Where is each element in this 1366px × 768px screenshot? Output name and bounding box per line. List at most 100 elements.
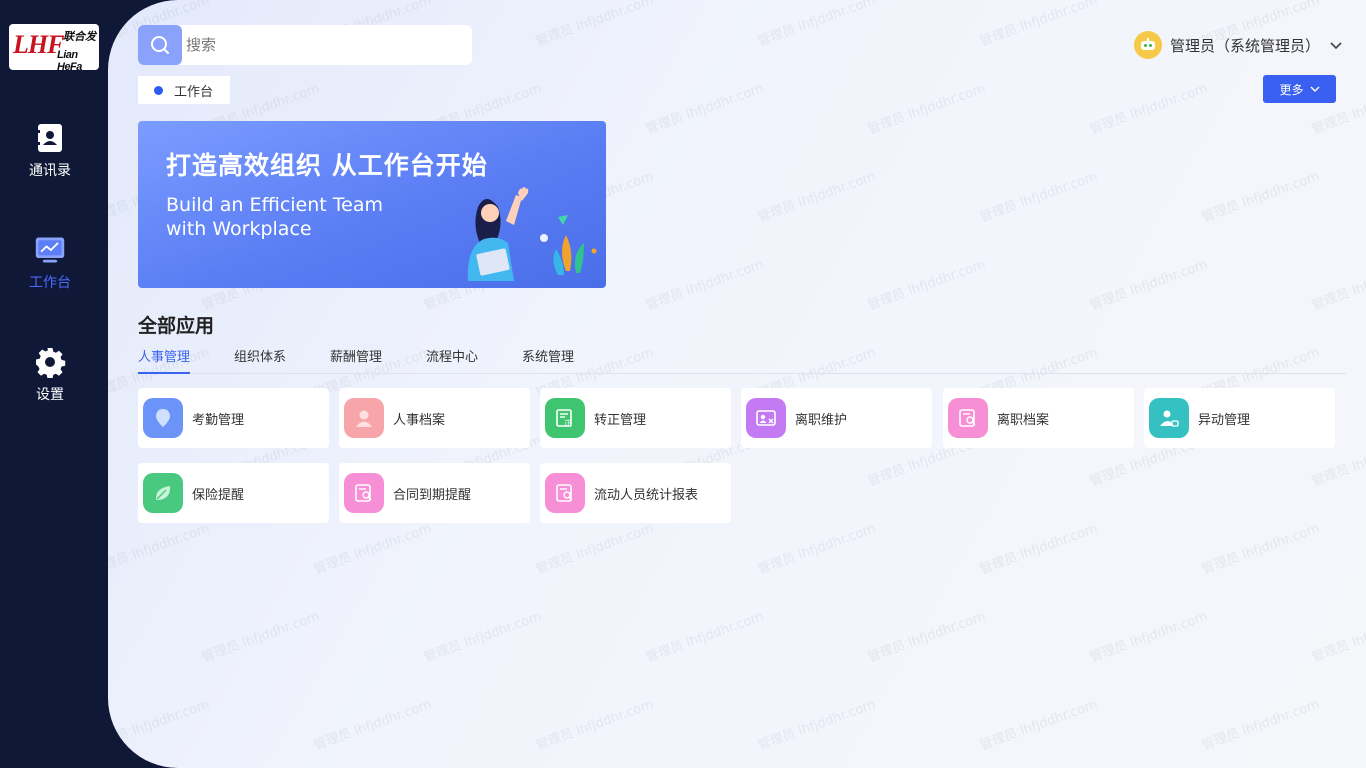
watermark-text: 管理员 lhfjddhr.com	[865, 609, 988, 666]
watermark-text: 管理员 lhfjddhr.com	[977, 521, 1100, 578]
logo-chinese-name: 联合发	[63, 30, 96, 43]
app-card-attendance[interactable]: 考勤管理	[138, 388, 329, 448]
banner-title: 打造高效组织 从工作台开始	[166, 151, 488, 180]
watermark-text: 管理员 lhfjddhr.com	[1087, 609, 1210, 666]
app-card-floating-staff-report[interactable]: 流动人员统计报表	[540, 463, 731, 523]
watermark-text: 管理员 lhfjddhr.com	[199, 609, 322, 666]
watermark-text: 管理员 lhfjddhr.com	[643, 81, 766, 138]
search-bar	[138, 25, 472, 65]
watermark-text: 管理员 lhfjddhr.com	[311, 697, 434, 754]
watermark-text: 管理员 lhfjddhr.com	[865, 257, 988, 314]
more-button[interactable]: 更多	[1263, 75, 1336, 103]
logo-mark: LHF	[13, 30, 64, 59]
logo-english-name: Lian HeFa	[57, 49, 82, 70]
app-label: 合同到期提醒	[393, 487, 472, 503]
sidebar-item-label: 工作台	[29, 275, 71, 291]
app-icon-bg	[143, 398, 183, 438]
watermark-text: 管理员 lhfjddhr.com	[533, 0, 656, 50]
app-label: 离职维护	[795, 412, 848, 428]
app-card-transfer-management[interactable]: 异动管理	[1144, 388, 1335, 448]
app-card-personnel-files[interactable]: 人事档案	[339, 388, 530, 448]
document-search-icon	[355, 484, 372, 502]
search-input[interactable]	[186, 25, 466, 65]
watermark-text: 管理员 lhfjddhr.com	[533, 697, 656, 754]
user-name: 管理员（系统管理员）	[1169, 36, 1320, 55]
all-apps-title: 全部应用	[138, 315, 215, 337]
app-icon-bg	[948, 398, 988, 438]
user-menu[interactable]: 管理员（系统管理员）	[1133, 30, 1344, 60]
app-icon-bg	[344, 473, 384, 513]
sidebar-item-workbench[interactable]: 工作台	[0, 234, 100, 292]
app-label: 异动管理	[1198, 412, 1251, 428]
avatar	[1133, 31, 1162, 59]
app-icon-bg	[545, 473, 585, 513]
watermark-text: 管理员 lhfjddhr.com	[1309, 609, 1366, 666]
active-dot	[154, 85, 163, 95]
person-icon	[356, 410, 372, 427]
app-label: 离职档案	[997, 412, 1050, 428]
certificate-icon: 正	[556, 409, 572, 428]
company-logo[interactable]: LHF 联合发 Lian HeFa	[9, 24, 99, 70]
app-category-tabs: 人事管理 组织体系 薪酬管理 流程中心 系统管理	[138, 344, 1346, 374]
tab-workflow-center[interactable]: 流程中心	[426, 346, 478, 374]
app-card-contract-expiry-reminder[interactable]: 合同到期提醒	[339, 463, 530, 523]
location-pin-icon	[156, 409, 170, 427]
app-label: 流动人员统计报表	[594, 487, 699, 503]
sidebar-item-settings[interactable]: 设置	[0, 346, 100, 404]
watermark-text: 管理员 lhfjddhr.com	[1199, 169, 1322, 226]
sidebar-item-contacts[interactable]: 通讯录	[0, 122, 100, 180]
app-icon-bg	[746, 398, 786, 438]
tab-tag-workbench[interactable]: 工作台	[138, 76, 230, 104]
banner-illustration	[467, 187, 597, 281]
watermark-text: 管理员 lhfjddhr.com	[755, 697, 878, 754]
app-card-insurance-reminder[interactable]: 保险提醒	[138, 463, 329, 523]
search-button[interactable]	[138, 25, 182, 65]
svg-text:正: 正	[564, 419, 572, 428]
watermark-text: 管理员 lhfjddhr.com	[977, 169, 1100, 226]
watermark-text: 管理员 lhfjddhr.com	[1199, 521, 1322, 578]
chevron-down-icon	[1310, 86, 1319, 92]
watermark-text: 管理员 lhfjddhr.com	[755, 0, 878, 50]
search-icon	[151, 36, 169, 54]
watermark-text: 管理员 lhfjddhr.com	[533, 521, 656, 578]
app-card-resignation-maintenance[interactable]: 离职维护	[741, 388, 932, 448]
sidebar-item-label: 设置	[36, 387, 64, 403]
chevron-down-icon	[1330, 42, 1342, 50]
tab-org-structure[interactable]: 组织体系	[234, 346, 286, 374]
sidebar-item-label: 通讯录	[29, 163, 71, 179]
app-label: 人事档案	[393, 412, 446, 428]
watermark-text: 管理员 lhfjddhr.com	[865, 81, 988, 138]
app-icon-bg	[344, 398, 384, 438]
banner-subtitle-line2: with Workplace	[166, 218, 312, 240]
document-search-icon	[959, 409, 976, 427]
watermark-text: 管理员 lhfjddhr.com	[421, 609, 544, 666]
welcome-banner: 打造高效组织 从工作台开始 Build an Efficient Team wi…	[138, 121, 606, 288]
leaf-icon	[155, 486, 171, 500]
tab-payroll[interactable]: 薪酬管理	[330, 346, 382, 374]
app-label: 考勤管理	[192, 412, 245, 428]
watermark-text: 管理员 lhfjddhr.com	[977, 697, 1100, 754]
app-icon-bg	[143, 473, 183, 513]
main-content: 管理员 lhfjddhr.com 管理员 lhfjddhr.com 管理员 lhfj…	[108, 0, 1366, 768]
watermark-text: 管理员 lhfjddhr.com	[1309, 257, 1366, 314]
gear-icon	[36, 348, 66, 378]
workbench-icon	[35, 237, 65, 263]
watermark-text: 管理员 lhfjddhr.com	[755, 169, 878, 226]
watermark-text: 管理员 lhfjddhr.com	[108, 697, 212, 754]
more-button-label: 更多	[1279, 82, 1304, 97]
watermark-text: 管理员 lhfjddhr.com	[108, 521, 212, 578]
contacts-icon	[36, 124, 62, 152]
robot-avatar-icon	[1140, 38, 1155, 50]
user-transfer-icon	[1160, 410, 1179, 427]
banner-subtitle: Build an Efficient Team with Workplace	[166, 193, 426, 241]
watermark-text: 管理员 lhfjddhr.com	[1087, 81, 1210, 138]
watermark-text: 管理员 lhfjddhr.com	[1199, 697, 1322, 754]
tab-hr-management[interactable]: 人事管理	[138, 346, 191, 374]
document-search-icon	[556, 484, 573, 502]
app-label: 保险提醒	[192, 487, 245, 503]
watermark-text: 管理员 lhfjddhr.com	[1087, 257, 1210, 314]
app-card-resignation-files[interactable]: 离职档案	[943, 388, 1134, 448]
app-card-probation[interactable]: 正 转正管理	[540, 388, 731, 448]
watermark-text: 管理员 lhfjddhr.com	[311, 521, 434, 578]
tab-system-management[interactable]: 系统管理	[522, 346, 574, 374]
